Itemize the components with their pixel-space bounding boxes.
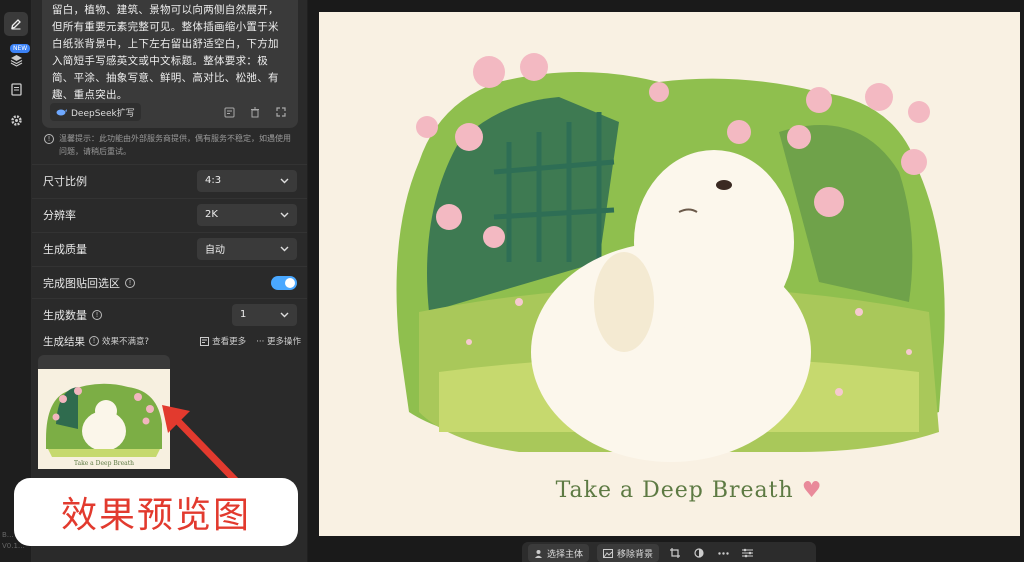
paste-back-label-wrap: 完成图贴回选区 ! — [43, 275, 135, 291]
quality-label: 生成质量 — [43, 242, 87, 256]
select-subject-button[interactable]: 选择主体 — [528, 544, 590, 562]
remove-background-button[interactable]: 移除背景 — [597, 544, 660, 562]
quality-row: 生成质量 自动 — [32, 232, 307, 264]
chevron-down-icon — [280, 246, 289, 251]
count-label-wrap: 生成数量 ! — [43, 307, 102, 323]
canvas-toolbar: 选择主体 移除背景 — [522, 542, 816, 562]
ellipsis-icon — [717, 551, 729, 555]
pen-icon — [11, 19, 21, 30]
info-icon[interactable]: ! — [92, 309, 102, 320]
sliders-icon — [741, 548, 753, 558]
view-more-link[interactable]: 查看更多 — [200, 335, 246, 347]
unsatisfied-link[interactable]: ! 效果不满意? — [89, 335, 149, 347]
chevron-down-icon — [280, 212, 289, 217]
prompt-history-button[interactable] — [222, 105, 236, 119]
notice-text: 温馨提示：此功能由外部服务商提供，偶有服务不稳定，如遇使用问题，请稍后重试。 — [59, 134, 291, 156]
count-value: 1 — [240, 309, 247, 320]
info-icon[interactable]: ! — [125, 277, 135, 288]
aspect-ratio-label: 尺寸比例 — [43, 174, 87, 188]
gallery-icon — [200, 336, 210, 346]
filter-settings-button[interactable] — [739, 545, 755, 561]
edit-tool-button[interactable] — [4, 12, 28, 36]
thumbnail-caption: Take a Deep Breath — [74, 460, 134, 467]
canvas-area[interactable]: Take a Deep Breath ♥ 选择主体 移除背景 — [308, 0, 1024, 562]
prompt-box[interactable]: 留白，植物、建筑、景物可以向两侧自然展开，但所有重要元素完整可见。整体插画缩小置… — [42, 0, 298, 128]
results-header: 生成结果 ! 效果不满意? 查看更多 ··· 更多操作 — [43, 333, 301, 349]
crop-tool-button[interactable] — [667, 545, 683, 561]
prompt-clear-button[interactable] — [248, 105, 262, 119]
deepseek-expand-button[interactable]: DeepSeek扩写 — [50, 103, 141, 121]
paste-back-label: 完成图贴回选区 — [43, 276, 120, 290]
artwork-canvas[interactable]: Take a Deep Breath ♥ — [319, 12, 1020, 536]
paste-back-toggle[interactable] — [271, 275, 297, 290]
unsatisfied-label: 效果不满意? — [102, 337, 150, 347]
artwork-illustration — [319, 12, 1020, 536]
layers-tool-button[interactable] — [4, 48, 28, 72]
preview-annotation-label: 效果预览图 — [16, 480, 296, 544]
remove-background-label: 移除背景 — [617, 549, 654, 560]
aspect-ratio-row: 尺寸比例 4:3 — [32, 164, 307, 196]
quality-select[interactable]: 自动 — [197, 237, 297, 260]
deepseek-expand-label: DeepSeek扩写 — [71, 108, 135, 119]
results-title: 生成结果 — [43, 335, 85, 348]
more-actions-link[interactable]: ··· 更多操作 — [256, 335, 301, 347]
tool-rail: NEW B… V0.1… — [0, 0, 32, 562]
chevron-down-icon — [280, 312, 289, 317]
adjust-tool-button[interactable] — [691, 545, 707, 561]
trash-icon — [251, 107, 259, 117]
count-label: 生成数量 — [43, 308, 87, 322]
document-icon — [10, 82, 22, 96]
select-subject-label: 选择主体 — [547, 549, 584, 560]
person-icon — [535, 549, 542, 558]
aspect-ratio-select[interactable]: 4:3 — [197, 169, 297, 192]
crop-icon — [670, 548, 681, 558]
whale-icon — [56, 109, 67, 116]
resolution-row: 分辨率 2K — [32, 198, 307, 230]
aspect-ratio-value: 4:3 — [205, 175, 222, 186]
prompt-expand-button[interactable] — [274, 105, 288, 119]
image-icon — [603, 548, 614, 558]
gear-icon — [10, 114, 22, 126]
service-notice: ! 温馨提示：此功能由外部服务商提供，偶有服务不稳定，如遇使用问题，请稍后重试。 — [44, 132, 294, 158]
artwork-caption: Take a Deep Breath — [555, 478, 794, 503]
count-row: 生成数量 ! 1 — [32, 298, 307, 330]
count-select[interactable]: 1 — [232, 303, 297, 326]
quality-value: 自动 — [205, 245, 225, 256]
prompt-toolbar: DeepSeek扩写 — [50, 103, 288, 121]
paste-back-row: 完成图贴回选区 ! — [32, 266, 307, 298]
contrast-icon — [694, 548, 704, 558]
fullscreen-icon — [276, 107, 286, 117]
history-icon — [224, 107, 234, 117]
more-options-button[interactable] — [715, 545, 731, 561]
prompt-tools-right — [210, 105, 288, 119]
heart-icon: ♥ — [801, 478, 823, 503]
prompt-text[interactable]: 留白，植物、建筑、景物可以向两侧自然展开，但所有重要元素完整可见。整体插画缩小置… — [52, 2, 288, 102]
resolution-value: 2K — [205, 209, 218, 220]
document-tool-button[interactable] — [4, 77, 28, 101]
view-more-label: 查看更多 — [212, 337, 247, 347]
info-icon: ! — [89, 336, 99, 346]
resolution-label: 分辨率 — [43, 208, 76, 222]
chevron-down-icon — [280, 178, 289, 183]
results-actions: 查看更多 ··· 更多操作 — [200, 335, 301, 347]
resolution-select[interactable]: 2K — [197, 203, 297, 226]
layers-icon — [10, 54, 22, 67]
settings-tool-button[interactable] — [4, 108, 28, 132]
info-icon: ! — [44, 134, 54, 144]
artwork-caption-wrap: Take a Deep Breath ♥ — [549, 478, 829, 503]
